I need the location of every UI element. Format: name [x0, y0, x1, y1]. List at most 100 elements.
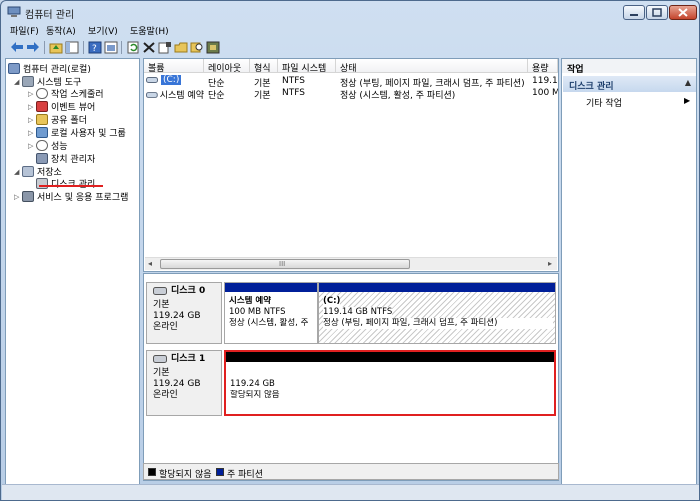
disk-1-label[interactable]: 디스크 1 기본 119.24 GB 온라인 [146, 350, 222, 416]
tree-label: 서비스 및 응용 프로그램 [37, 193, 129, 203]
actions-header: 작업 [562, 59, 696, 75]
menu-action[interactable]: 동작(A) [46, 24, 76, 37]
menu-help[interactable]: 도움말(H) [130, 24, 169, 37]
disk-name: 디스크 0 [171, 286, 206, 296]
disk-type: 기본 [153, 300, 170, 310]
capacity-cell: 119.14 [532, 76, 558, 86]
toolbar-separator [44, 41, 45, 54]
horizontal-scrollbar[interactable]: ◂ III ▸ [145, 257, 557, 270]
column-header-file-system[interactable]: 파일 시스템 [278, 59, 336, 73]
forward-arrow-icon[interactable] [26, 40, 40, 54]
refresh-icon[interactable] [126, 40, 140, 54]
performance-icon [36, 140, 48, 151]
section-title: 디스크 관리 [569, 82, 614, 92]
actions-pane: 작업 디스크 관리 ▲ 기타 작업 ▶ [561, 58, 697, 498]
column-header-status[interactable]: 상태 [336, 59, 528, 73]
tree-label: 디스크 관리 [51, 177, 95, 190]
tree-node-local-users[interactable]: ▷ 로컬 사용자 및 그룹 [28, 126, 126, 139]
disk-0-label[interactable]: 디스크 0 기본 119.24 GB 온라인 [146, 282, 222, 344]
capacity-cell: 100 MB [532, 88, 558, 98]
partition-title: 시스템 예약 [229, 296, 272, 306]
disk-management-icon [36, 178, 48, 189]
unallocated-swatch [148, 468, 156, 476]
scroll-thumb[interactable]: III [160, 259, 410, 269]
disk-status: 온라인 [153, 390, 178, 400]
partition-status: 할당되지 않음 [230, 390, 280, 400]
services-icon [22, 191, 34, 202]
status-cell: 정상 (시스템, 활성, 주 파티션) [340, 91, 456, 101]
tree-label: 로컬 사용자 및 그룹 [51, 129, 126, 139]
partition-c-drive[interactable]: (C:) 119.14 GB NTFS 정상 (부팅, 페이지 파일, 크래시 … [318, 282, 556, 344]
column-header-type[interactable]: 형식 [250, 59, 278, 73]
legend-primary-label: 주 파티션 [227, 470, 263, 480]
partition-size: 119.14 GB NTFS [323, 307, 393, 318]
type-cell: 기본 [254, 91, 271, 101]
menu-view[interactable]: 보기(V) [88, 24, 118, 37]
event-viewer-icon [36, 101, 48, 112]
partition-title: (C:) [323, 296, 341, 307]
delete-icon[interactable] [142, 40, 156, 54]
tree-label: 이벤트 뷰어 [51, 103, 96, 113]
partition-unallocated[interactable]: 119.24 GB 할당되지 않음 [224, 350, 556, 416]
expanded-arrow-icon[interactable]: ◢ [14, 78, 22, 86]
collapsed-arrow-icon[interactable]: ▷ [28, 142, 36, 150]
legend: 할당되지 않음 주 파티션 [143, 463, 559, 480]
scroll-left-arrow-icon[interactable]: ◂ [148, 259, 152, 268]
scroll-grip: III [279, 260, 286, 268]
more-actions-item[interactable]: 기타 작업 [586, 96, 622, 109]
collapsed-arrow-icon[interactable]: ▷ [28, 116, 36, 124]
minimize-button[interactable] [623, 5, 645, 20]
storage-icon [22, 166, 34, 177]
collapsed-arrow-icon[interactable]: ▷ [28, 90, 36, 98]
tree-node-disk-management[interactable]: 디스크 관리 [36, 177, 95, 190]
show-tree-icon[interactable] [65, 40, 79, 54]
tree-node-event-viewer[interactable]: ▷ 이벤트 뷰어 [28, 100, 95, 113]
status-bar [2, 484, 699, 500]
open-folder-icon[interactable] [174, 40, 188, 54]
column-header-layout[interactable]: 레이아웃 [204, 59, 250, 73]
collapse-arrow-icon[interactable]: ▲ [685, 78, 691, 87]
tree-label: 장치 관리자 [51, 155, 96, 165]
close-button[interactable] [669, 5, 697, 20]
collapsed-arrow-icon[interactable]: ▷ [14, 193, 22, 201]
disk-icon [153, 287, 167, 295]
expanded-arrow-icon[interactable]: ◢ [14, 168, 22, 176]
tree-node-shared-folders[interactable]: ▷ 공유 폴더 [28, 113, 87, 126]
export-icon[interactable] [206, 40, 220, 54]
collapsed-arrow-icon[interactable]: ▷ [28, 129, 36, 137]
column-header-capacity[interactable]: 용량 [528, 59, 558, 73]
legend-unallocated-label: 할당되지 않음 [159, 470, 212, 480]
device-manager-icon [36, 153, 48, 164]
disk-size: 119.24 GB [153, 311, 201, 321]
scroll-right-arrow-icon[interactable]: ▸ [548, 259, 552, 268]
tree-node-services[interactable]: ▷ 서비스 및 응용 프로그램 [14, 190, 128, 203]
column-header-volume[interactable]: 볼륨 [144, 59, 204, 73]
partition-status: 정상 (부팅, 페이지 파일, 크래시 덤프, 주 파티션) [323, 318, 553, 329]
unallocated-bar [226, 352, 554, 362]
title-bar: 컴퓨터 관리 [1, 1, 699, 23]
volume-cell: 시스템 예약 [146, 88, 204, 101]
submenu-arrow-icon[interactable]: ▶ [684, 96, 690, 105]
drive-icon [146, 91, 158, 98]
back-arrow-icon[interactable] [10, 40, 24, 54]
svg-text:?: ? [92, 44, 97, 54]
help-icon[interactable]: ? [88, 40, 102, 54]
tree-node-performance[interactable]: ▷ 성능 [28, 139, 68, 152]
actions-section-disk-management[interactable]: 디스크 관리 ▲ [563, 76, 696, 92]
tree-node-task-scheduler[interactable]: ▷ 작업 스케줄러 [28, 87, 104, 100]
search-icon[interactable] [190, 40, 204, 54]
volume-list: 볼륨 레이아웃 형식 파일 시스템 상태 용량 (C:) 단순 기본 NTFS … [143, 58, 559, 272]
menu-file[interactable]: 파일(F) [10, 24, 39, 37]
tree-node-device-manager[interactable]: 장치 관리자 [36, 152, 95, 165]
tree-node-computer-management[interactable]: 컴퓨터 관리(로컬) [8, 62, 91, 75]
properties-icon[interactable] [158, 40, 172, 54]
navigation-tree: 컴퓨터 관리(로컬) ◢ 시스템 도구 ▷ 작업 스케줄러 ▷ 이벤트 뷰어 ▷… [5, 58, 140, 498]
partition-system-reserved[interactable]: 시스템 예약 100 MB NTFS 정상 (시스템, 활성, 주 [224, 282, 318, 344]
drive-icon [146, 77, 158, 83]
maximize-button[interactable] [646, 5, 668, 20]
console-icon[interactable] [104, 40, 118, 54]
collapsed-arrow-icon[interactable]: ▷ [28, 103, 36, 111]
primary-partition-bar [225, 283, 317, 292]
more-actions-label: 기타 작업 [586, 99, 622, 109]
up-folder-icon[interactable] [49, 40, 63, 54]
